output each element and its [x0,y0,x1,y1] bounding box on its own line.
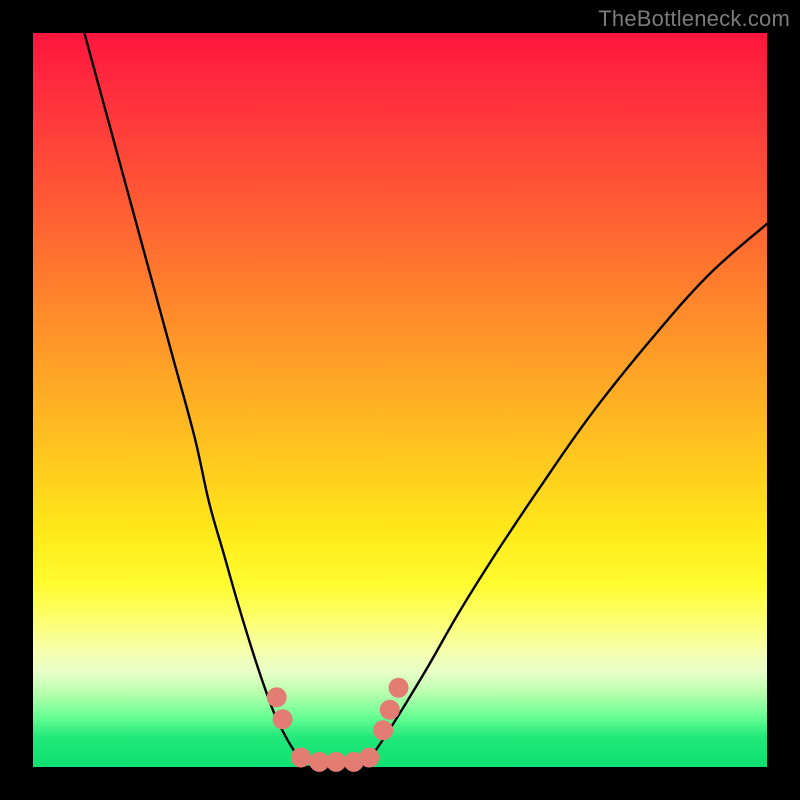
curve-group [84,33,767,768]
data-marker [359,747,379,767]
watermark-text: TheBottleneck.com [598,6,790,32]
data-marker [291,747,311,767]
data-marker [267,687,287,707]
data-marker [380,700,400,720]
curve-svg [33,33,767,767]
data-marker [326,752,346,772]
data-marker [389,678,409,698]
plot-area [33,33,767,767]
bottleneck-curve [84,33,767,768]
chart-frame: TheBottleneck.com [0,0,800,800]
data-marker [373,720,393,740]
marker-group [267,678,409,772]
data-marker [273,709,293,729]
